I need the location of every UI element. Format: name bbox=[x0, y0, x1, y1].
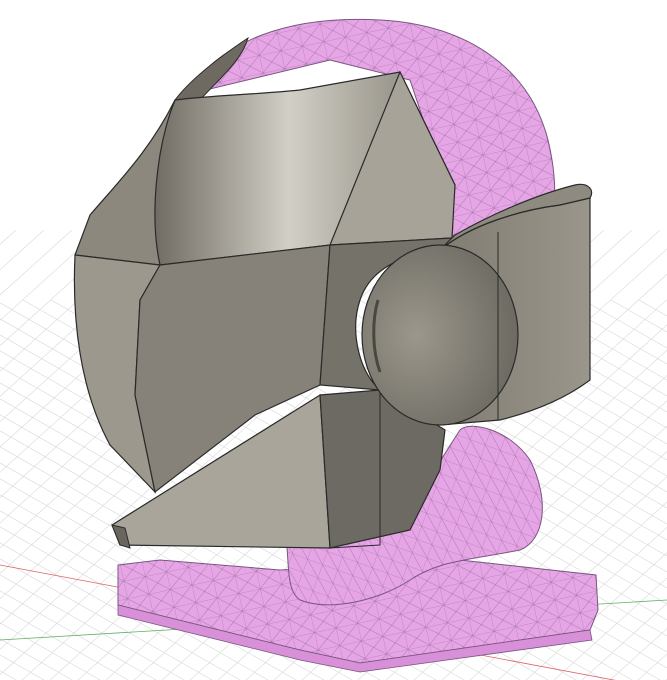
grid-line bbox=[609, 628, 667, 680]
grid-line bbox=[0, 229, 73, 296]
grid-line bbox=[0, 229, 17, 245]
grid-line bbox=[610, 299, 667, 333]
grid-line bbox=[638, 299, 667, 317]
cad-scene[interactable] bbox=[0, 0, 667, 680]
grid-line bbox=[665, 678, 667, 680]
3d-viewport[interactable] bbox=[0, 0, 667, 680]
